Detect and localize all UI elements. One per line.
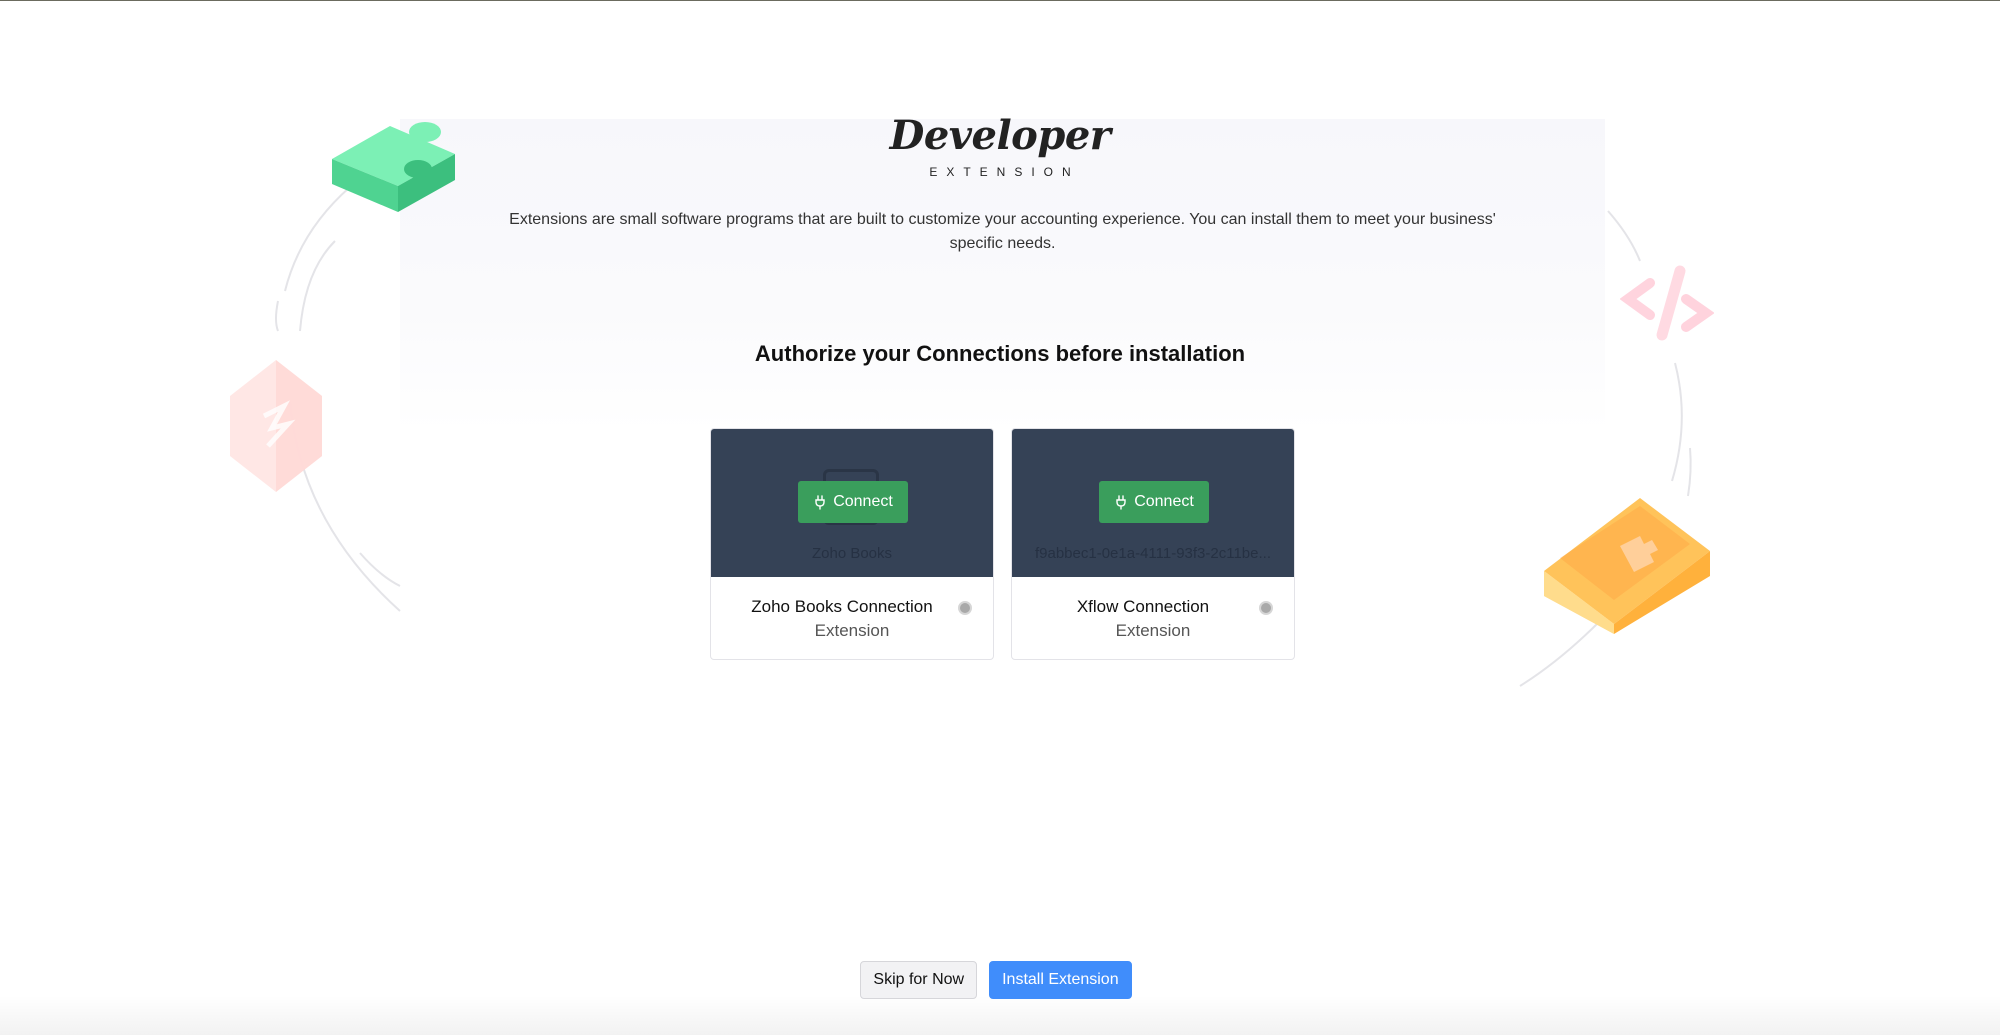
connection-card-zoho-books: Zoho Books Connect Zoho Books Connection… [710, 428, 994, 660]
connection-card-body: Zoho Books Connection Extension [711, 577, 993, 659]
connection-card-header: f9abbec1-0e1a-4111-93f3-2c11be... Connec… [1012, 429, 1294, 577]
connect-button[interactable]: Connect [1099, 481, 1209, 523]
connect-button-label: Connect [833, 493, 893, 510]
connection-type: Extension [1115, 621, 1191, 640]
brand-title: Developer [889, 112, 1111, 159]
connect-button[interactable]: Connect [798, 481, 908, 523]
connection-name: Xflow Connection [1076, 597, 1210, 616]
service-label: Zoho Books [811, 545, 893, 562]
brand-logo: Developer EXTENSION [0, 112, 2000, 180]
install-extension-page: Developer EXTENSION Extensions are small… [0, 0, 2000, 1035]
connection-card-body: Xflow Connection Extension [1012, 577, 1294, 659]
connection-card-xflow: f9abbec1-0e1a-4111-93f3-2c11be... Connec… [1011, 428, 1295, 660]
code-percent-icon [1620, 265, 1714, 341]
footer-actions: Skip for Now Install Extension [0, 961, 2000, 999]
extension-description: Extensions are small software programs t… [509, 211, 1496, 252]
connect-button-label: Connect [1134, 493, 1194, 510]
hexagon-bolt-icon [230, 360, 322, 492]
brand-subtitle: EXTENSION [929, 165, 1080, 179]
connection-type: Extension [814, 621, 890, 640]
install-extension-button[interactable]: Install Extension [989, 961, 1132, 999]
service-label: f9abbec1-0e1a-4111-93f3-2c11be... [1034, 545, 1271, 562]
connection-status-radio[interactable] [1259, 601, 1273, 615]
connection-name: Zoho Books Connection [751, 597, 933, 616]
plug-icon [813, 494, 827, 510]
connection-status-radio[interactable] [958, 601, 972, 615]
connection-card-header: Zoho Books Connect [711, 429, 993, 577]
skip-for-now-button[interactable]: Skip for Now [860, 961, 978, 999]
plug-icon [1114, 494, 1128, 510]
section-title: Authorize your Connections before instal… [754, 341, 1246, 366]
puzzle-box-icon [1544, 498, 1710, 634]
bottom-shadow [0, 995, 2000, 1035]
